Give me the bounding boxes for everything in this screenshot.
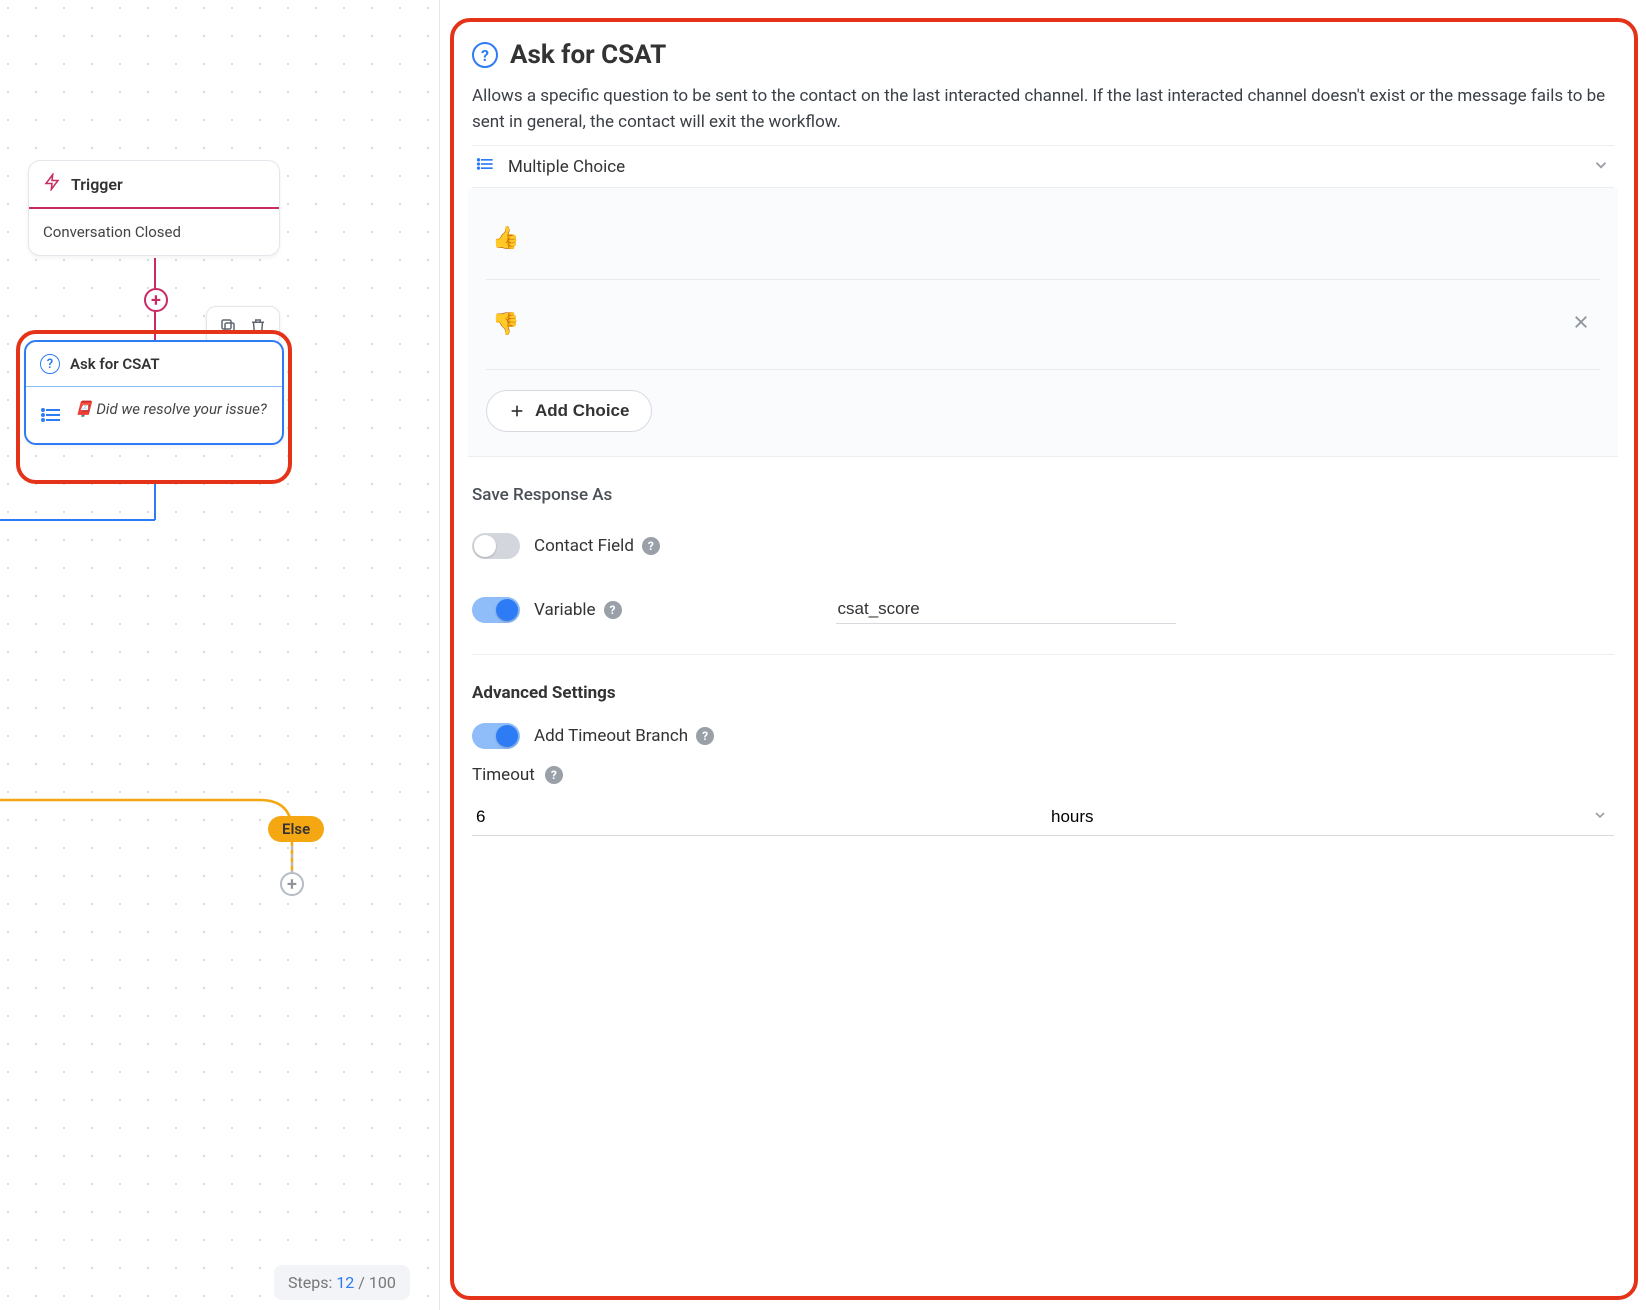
- variable-toggle[interactable]: [472, 597, 520, 623]
- panel-title: Ask for CSAT: [510, 40, 666, 70]
- help-icon[interactable]: ?: [545, 766, 563, 784]
- help-icon[interactable]: ?: [604, 601, 622, 619]
- variable-name-input[interactable]: [836, 595, 1176, 624]
- choices-block: 👍 👎 Add Choice: [468, 188, 1618, 457]
- trigger-event: Conversation Closed: [29, 209, 279, 255]
- timeout-branch-label: Add Timeout Branch: [534, 726, 688, 746]
- chevron-down-icon: [1592, 807, 1608, 827]
- contact-field-label: Contact Field: [534, 536, 634, 556]
- add-step-button[interactable]: +: [144, 288, 168, 312]
- csat-node-title: Ask for CSAT: [70, 355, 160, 373]
- save-response-label: Save Response As: [472, 485, 1614, 505]
- timeout-unit-select[interactable]: hours: [1047, 799, 1614, 834]
- trigger-node[interactable]: Trigger Conversation Closed: [28, 160, 280, 256]
- remove-choice-button[interactable]: [1568, 308, 1594, 341]
- step-config-panel: ? Ask for CSAT Allows a specific questio…: [440, 0, 1646, 1310]
- else-branch-pill[interactable]: Else: [268, 816, 324, 842]
- advanced-settings-label: Advanced Settings: [472, 683, 1614, 703]
- delete-node-button[interactable]: [243, 313, 273, 339]
- choice-value: 👎: [492, 312, 519, 337]
- timeout-label: Timeout: [472, 765, 535, 785]
- workflow-canvas[interactable]: Trigger Conversation Closed + ? Ask for …: [0, 0, 440, 1310]
- timeout-value-input[interactable]: [472, 799, 1047, 836]
- list-icon: [476, 154, 496, 179]
- question-icon: ?: [40, 354, 60, 374]
- question-type-value: Multiple Choice: [508, 157, 625, 177]
- choice-value: 👍: [492, 226, 519, 251]
- contact-field-toggle[interactable]: [472, 533, 520, 559]
- panel-question-icon: ?: [472, 42, 498, 68]
- list-icon: [40, 403, 64, 431]
- steps-counter: Steps: 12 / 100: [274, 1265, 410, 1300]
- panel-description: Allows a specific question to be sent to…: [472, 84, 1614, 135]
- trigger-title: Trigger: [71, 175, 123, 194]
- csat-node-prompt: 📮 Did we resolve your issue?: [74, 399, 267, 420]
- add-else-step-button[interactable]: +: [280, 872, 304, 896]
- variable-label: Variable: [534, 600, 596, 620]
- help-icon[interactable]: ?: [642, 537, 660, 555]
- question-type-select[interactable]: Multiple Choice: [472, 145, 1614, 188]
- duplicate-node-button[interactable]: [213, 313, 243, 339]
- help-icon[interactable]: ?: [696, 727, 714, 745]
- choice-row[interactable]: 👍: [486, 198, 1600, 280]
- choice-row[interactable]: 👎: [486, 280, 1600, 370]
- csat-node[interactable]: ? Ask for CSAT 📮 Did we resolve your iss…: [24, 340, 284, 445]
- timeout-branch-toggle[interactable]: [472, 723, 520, 749]
- trigger-icon: [43, 173, 61, 195]
- add-choice-button[interactable]: Add Choice: [486, 390, 652, 432]
- chevron-down-icon: [1592, 156, 1610, 178]
